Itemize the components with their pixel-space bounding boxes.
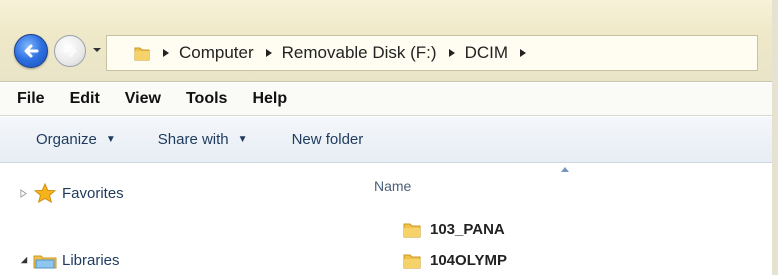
share-with-label: Share with [157,131,229,148]
expand-icon[interactable] [20,188,32,198]
command-bar: Organize ▼ Share with ▼ New folder [0,117,772,163]
menu-file[interactable]: File [17,90,45,108]
folder-icon [402,249,426,271]
chevron-down-icon: ▼ [105,134,116,145]
folder-name: 103_PANA [430,220,505,238]
organize-button[interactable]: Organize ▼ [36,131,116,148]
star-icon [32,182,58,204]
navigation-pane: Favorites Libraries [0,164,360,275]
nav-label-favorites: Favorites [62,184,124,202]
forward-arrow-icon [62,44,77,58]
sort-indicator-icon [561,167,569,172]
list-item[interactable]: 103_PANA [402,218,505,240]
address-bar[interactable]: Computer Removable Disk (F:) DCIM [106,35,758,71]
breadcrumb-computer[interactable]: Computer [179,43,254,63]
column-header-name[interactable]: Name [374,178,411,194]
organize-label: Organize [36,131,97,148]
nav-item-libraries[interactable]: Libraries [20,249,120,271]
breadcrumb-separator-icon[interactable] [265,48,273,58]
breadcrumb-dcim[interactable]: DCIM [465,43,508,63]
breadcrumb-separator-icon[interactable] [162,48,170,58]
collapse-icon[interactable] [20,256,32,264]
menu-help[interactable]: Help [252,90,287,108]
nav-label-libraries: Libraries [62,251,120,269]
chevron-down-icon: ▼ [237,134,248,145]
recent-pages-dropdown[interactable] [91,44,103,56]
menu-bar: File Edit View Tools Help [0,83,772,116]
forward-button[interactable] [54,35,86,67]
breadcrumb-separator-icon[interactable] [448,48,456,58]
list-item[interactable]: 104OLYMP [402,249,507,271]
back-arrow-icon [24,44,39,58]
file-list: Name 103_PANA 104OLYMP [360,164,772,275]
menu-edit[interactable]: Edit [70,90,100,108]
library-icon [32,249,58,271]
breadcrumb-separator-icon[interactable] [519,48,527,58]
content-area: Favorites Libraries Name 103_PANA 104OLY… [0,164,772,275]
folder-icon [402,218,426,240]
menu-view[interactable]: View [125,90,161,108]
nav-item-favorites[interactable]: Favorites [20,182,124,204]
menu-tools[interactable]: Tools [186,90,227,108]
share-with-button[interactable]: Share with ▼ [158,131,248,148]
title-area: Computer Removable Disk (F:) DCIM [0,0,772,82]
explorer-window: Computer Removable Disk (F:) DCIM File E… [0,0,778,275]
breadcrumb-removable-disk[interactable]: Removable Disk (F:) [282,43,437,63]
chevron-down-icon [93,48,101,52]
new-folder-label: New folder [291,131,364,148]
back-button[interactable] [14,34,48,68]
new-folder-button[interactable]: New folder [292,131,364,148]
folder-name: 104OLYMP [430,251,507,269]
folder-icon [133,43,151,63]
